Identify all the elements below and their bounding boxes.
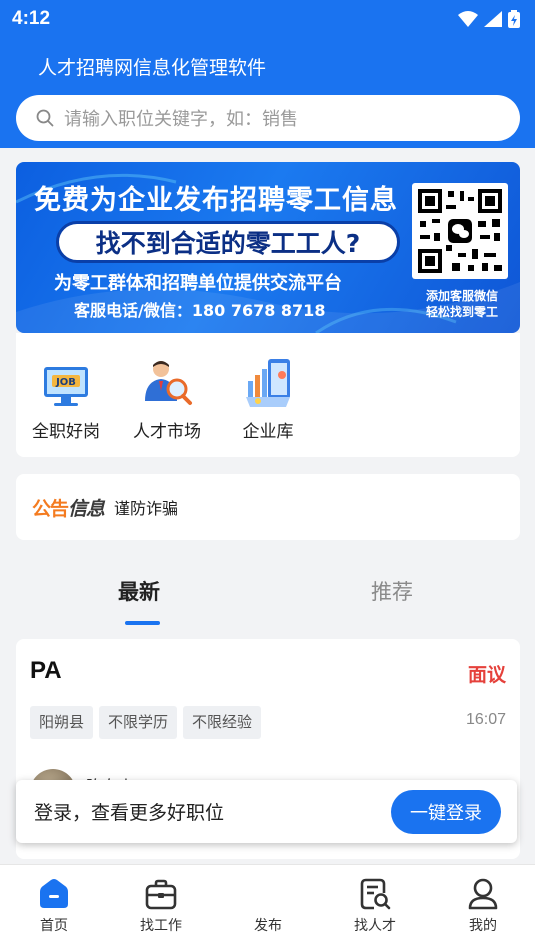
quick-link-talent-market[interactable]: 人才市场 <box>122 355 212 442</box>
job-list-tabs: 最新 推荐 <box>16 560 520 630</box>
find-talent-icon <box>357 875 393 913</box>
talent-search-icon <box>137 355 197 415</box>
notice-logo-part1: 公告 <box>32 497 69 520</box>
status-icons <box>457 9 521 29</box>
search-placeholder: 请输入职位关键字，如：销售 <box>64 109 298 130</box>
quick-link-label: 人才市场 <box>133 422 201 442</box>
quick-link-company-library[interactable]: 企业库 <box>223 355 313 442</box>
company-library-icon <box>238 355 298 415</box>
one-click-login-button[interactable]: 一键登录 <box>391 789 501 834</box>
job-monitor-icon: JOB <box>36 355 96 415</box>
home-icon <box>36 875 72 913</box>
search-input[interactable]: 请输入职位关键字，如：销售 <box>16 95 520 141</box>
tab-find-talent[interactable]: 找人才 <box>335 875 415 935</box>
tab-profile[interactable]: 我的 <box>443 875 523 935</box>
job-title: PA <box>30 657 62 684</box>
quick-links-card: JOB 全职好岗 人才市场 企业库 <box>16 333 520 457</box>
job-tag: 不限学历 <box>99 706 178 739</box>
job-salary: 面议 <box>467 664 506 686</box>
tab-label: 找工作 <box>140 918 182 934</box>
banner-headline: 免费为企业发布招聘零工信息 <box>34 185 398 216</box>
job-tags: 阳朔县 不限学历 不限经验 <box>30 706 262 739</box>
notice-card[interactable]: 公告信息 谨防诈骗 <box>16 474 520 540</box>
briefcase-icon <box>143 875 179 913</box>
app-header: 4:12 人才招聘网信息化管理软件 请输入职位关键字，如：销售 <box>0 0 535 148</box>
signal-icon <box>484 11 502 27</box>
publish-icon <box>250 875 286 913</box>
quick-link-fulltime[interactable]: JOB 全职好岗 <box>21 355 111 442</box>
banner-contact: 客服电话/微信：180 7678 8718 <box>74 301 326 320</box>
tab-label: 我的 <box>469 918 497 934</box>
tab-recommend[interactable]: 推荐 <box>371 576 413 606</box>
tab-label: 首页 <box>40 918 68 934</box>
qr-code <box>412 183 508 279</box>
banner-subline: 为零工群体和招聘单位提供交流平台 <box>54 273 342 294</box>
search-icon <box>36 109 54 127</box>
job-tag: 不限经验 <box>183 706 262 739</box>
status-bar: 4:12 <box>12 6 521 32</box>
notice-logo: 公告信息 <box>32 494 105 521</box>
profile-icon <box>465 875 501 913</box>
svg-text:JOB: JOB <box>55 377 76 388</box>
promo-banner[interactable]: 免费为企业发布招聘零工信息 找不到合适的零工工人? 为零工群体和招聘单位提供交流… <box>16 162 520 333</box>
notice-logo-part2: 信息 <box>68 497 105 520</box>
wifi-icon <box>458 11 478 27</box>
qr-caption: 添加客服微信 轻松找到零工 <box>414 288 510 320</box>
status-time: 4:12 <box>12 8 51 29</box>
job-time: 16:07 <box>465 711 506 728</box>
job-tag: 阳朔县 <box>30 706 94 739</box>
tab-home[interactable]: 首页 <box>14 875 94 935</box>
bottom-tab-bar: 首页 找工作 发布 找人才 我的 <box>0 864 535 951</box>
tab-label: 发布 <box>254 918 282 934</box>
battery-icon <box>508 10 520 28</box>
quick-link-label: 企业库 <box>242 422 294 442</box>
active-tab-indicator <box>125 621 160 625</box>
qr-caption-line1: 添加客服微信 <box>425 289 498 303</box>
app-title: 人才招聘网信息化管理软件 <box>38 57 267 79</box>
login-prompt-text: 登录，查看更多好职位 <box>34 802 225 824</box>
banner-pill: 找不到合适的零工工人? <box>56 221 400 263</box>
login-prompt-bar: 登录，查看更多好职位 一键登录 <box>16 780 517 843</box>
tab-publish[interactable]: 发布 <box>228 875 308 935</box>
notice-text: 谨防诈骗 <box>114 499 179 518</box>
tab-label: 找人才 <box>354 918 396 934</box>
qr-caption-line2: 轻松找到零工 <box>425 305 498 319</box>
tab-latest[interactable]: 最新 <box>118 576 160 606</box>
tab-find-job[interactable]: 找工作 <box>121 875 201 935</box>
quick-link-label: 全职好岗 <box>32 422 100 442</box>
